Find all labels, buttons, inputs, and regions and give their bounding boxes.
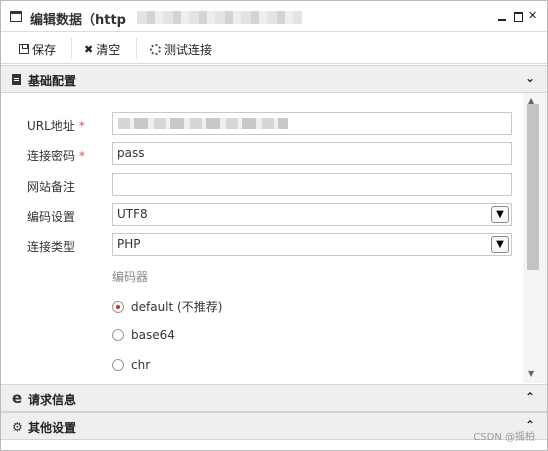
encoding-label: 编码设置 [27,210,76,224]
redacted-url [137,11,302,24]
encoding-select[interactable]: UTF8 ▼ [112,203,512,226]
chevron-down-icon[interactable]: ▼ [491,206,509,223]
section-basic-label: 基础配置 [28,74,77,88]
scrollbar-thumb[interactable] [527,104,539,270]
toolbar: 保存 ✖ 清空 测试连接 [1,33,547,64]
close-icon[interactable] [527,8,541,24]
title-bar[interactable]: 编辑数据（http [1,1,547,32]
encoder-option-label: base64 [131,328,175,342]
test-connection-label: 测试连接 [164,42,213,57]
section-request-info[interactable]: e 请求信息 ⌃ [1,384,547,412]
radio-unchecked[interactable] [112,329,124,341]
edit-data-window: 编辑数据（http 保存 ✖ 清空 测试连接 基础配置 ⌄ URL地址* [0,0,548,451]
required-marker: * [79,149,86,163]
save-label: 保存 [32,42,57,57]
chevron-down-icon[interactable]: ▼ [491,236,509,253]
note-input[interactable] [112,173,512,196]
section-basic-config[interactable]: 基础配置 ⌄ [1,65,547,93]
gear-icon: ⚙ [12,420,23,434]
redacted-url-value [118,118,288,129]
toolbar-divider [71,38,72,59]
save-button[interactable]: 保存 [19,40,56,58]
spinner-icon [150,43,161,55]
encoder-option-label: default (不推荐) [131,300,223,314]
chevron-up-icon[interactable]: ⌃ [525,390,535,404]
save-icon [19,44,29,54]
clear-icon: ✖ [84,42,94,56]
encoding-value: UTF8 [117,207,148,221]
basic-config-panel: URL地址 * 连接密码 * pass 网站备注 编码设置 UTF8 ▼ 连接类型 … [1,93,523,383]
connection-type-value: PHP [117,237,141,251]
radio-unchecked[interactable] [112,359,124,371]
radio-checked[interactable] [112,300,124,313]
chevron-down-icon[interactable]: ⌄ [525,71,535,85]
e-icon: e [12,389,23,407]
encoder-title: 编码器 [112,270,149,284]
section-request-label: 请求信息 [28,393,77,407]
password-input[interactable]: pass [112,142,512,165]
window-title: 编辑数据（http [30,13,126,28]
document-icon [12,73,21,87]
test-connection-button[interactable]: 测试连接 [150,40,212,58]
encoder-option-default[interactable]: default (不推荐) [112,298,222,315]
url-input[interactable] [112,112,512,135]
clear-label: 清空 [96,42,121,57]
minimize-icon[interactable] [495,8,509,24]
clear-button[interactable]: ✖ 清空 [84,40,120,58]
window-icon [10,11,22,22]
watermark: CSDN @摇柏 [473,432,535,443]
encoder-option-chr[interactable]: chr [112,358,150,372]
section-other-label: 其他设置 [28,421,77,435]
maximize-icon[interactable] [511,8,525,24]
note-label: 网站备注 [27,180,76,194]
connection-type-select[interactable]: PHP ▼ [112,233,512,256]
connection-type-label: 连接类型 [27,240,76,254]
required-marker: * [78,119,85,133]
encoder-option-base64[interactable]: base64 [112,328,175,342]
encoder-option-label: chr [131,358,151,372]
password-label: 连接密码 * [27,149,86,163]
scroll-down-icon[interactable]: ▼ [528,369,534,378]
toolbar-divider [136,38,137,59]
section-other-settings[interactable]: ⚙ 其他设置 ⌃ [1,412,547,440]
url-label: URL地址 * [27,119,85,133]
